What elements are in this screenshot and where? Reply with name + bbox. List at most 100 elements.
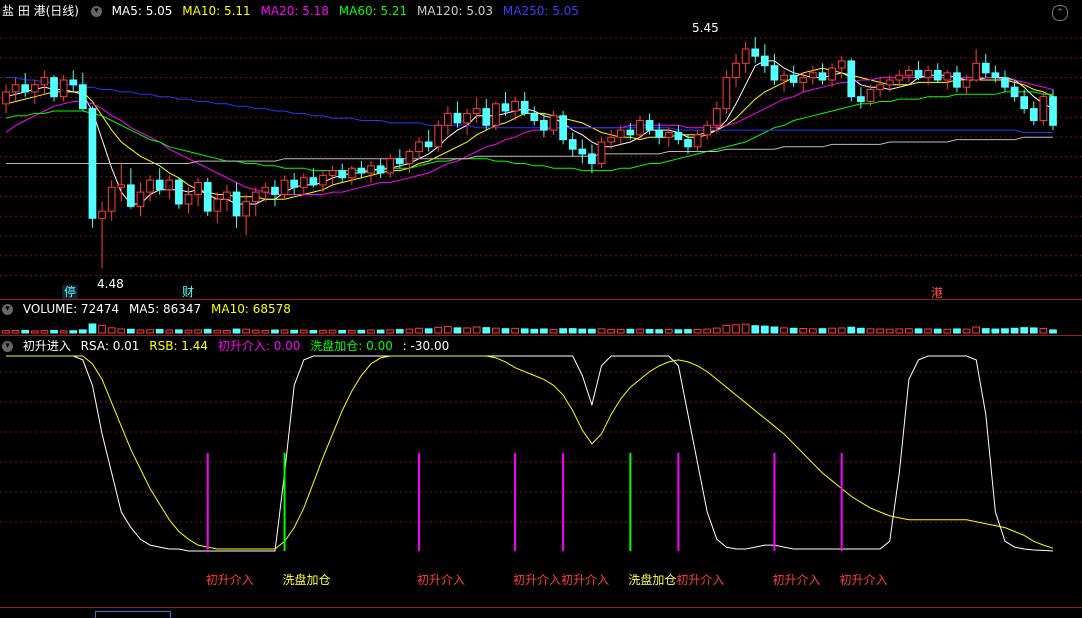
event-marker-suspend[interactable]: 停 <box>62 285 79 299</box>
volume-bar <box>885 328 894 334</box>
volume-bar <box>981 328 990 334</box>
volume-bar <box>847 326 856 334</box>
volume-bar <box>328 329 337 334</box>
candle-body <box>30 84 39 93</box>
volume-bar <box>770 326 779 334</box>
candle-body <box>1029 108 1038 122</box>
candle-body <box>972 62 981 81</box>
candle-body <box>463 112 471 124</box>
volume-bar <box>472 326 481 334</box>
volume-bar <box>616 329 625 334</box>
candle-body <box>69 79 78 86</box>
volume-bar <box>924 328 932 334</box>
entry-signal-label: 初升介入 <box>417 573 466 587</box>
candle-body <box>280 179 289 195</box>
candle-body <box>40 77 49 86</box>
candle-body <box>703 124 712 136</box>
candle-body <box>953 72 961 88</box>
candle-body <box>453 112 462 124</box>
candle-body <box>789 74 798 83</box>
volume-bar <box>991 328 1000 334</box>
volume-bar <box>962 328 971 334</box>
volume-bar <box>760 325 769 334</box>
candle-body <box>328 170 337 176</box>
candle-body <box>760 55 769 67</box>
volume-bar <box>290 329 299 334</box>
candle-body <box>146 179 154 193</box>
candle-body <box>857 96 865 102</box>
candle-body <box>472 108 481 114</box>
event-marker-port[interactable]: 港 <box>931 286 943 300</box>
volume-bar <box>953 328 961 334</box>
candle-body <box>664 131 673 138</box>
volume-bar <box>636 328 644 334</box>
candle-body <box>21 84 30 93</box>
volume-bar <box>1029 327 1038 334</box>
volume-bar <box>242 328 250 334</box>
candle-body <box>828 67 836 81</box>
volume-bar <box>809 328 817 334</box>
candle-body <box>242 201 250 217</box>
volume-bar <box>30 330 39 334</box>
volume-bar <box>194 329 202 334</box>
volume-bar <box>213 329 222 334</box>
candle-body <box>194 182 202 195</box>
candle-body <box>520 100 529 114</box>
candle-body <box>78 84 87 110</box>
volume-bar <box>367 329 375 334</box>
candle-body <box>367 165 375 174</box>
volume-bar <box>501 328 510 334</box>
candle-body <box>482 108 491 126</box>
candle-body <box>943 72 952 81</box>
volume-bar <box>511 327 519 334</box>
volume-bar <box>818 328 827 334</box>
volume-bar <box>271 329 279 334</box>
candle-body <box>59 79 68 98</box>
volume-bar <box>117 328 126 334</box>
volume-bar <box>107 327 116 334</box>
candle-body <box>434 124 443 148</box>
candle-body <box>924 69 932 79</box>
candle-body <box>2 91 10 105</box>
candle-body <box>568 139 577 150</box>
volume-bar <box>568 328 577 334</box>
event-marker-finance[interactable]: 财 <box>182 285 194 299</box>
entry-signal-label: 初升介入 <box>676 573 725 587</box>
volume-bar <box>184 329 193 334</box>
volume-bar <box>98 324 106 334</box>
candle-body <box>588 153 596 164</box>
candle-body <box>511 100 519 112</box>
candle-body <box>386 158 395 174</box>
candle-body <box>175 179 183 205</box>
volume-bar <box>136 329 145 334</box>
candle-body <box>684 139 692 148</box>
entry-signal-label: 初升介入 <box>561 573 610 587</box>
volume-bar <box>578 328 587 334</box>
candle-body <box>395 158 404 164</box>
volume-bar <box>232 328 241 334</box>
candle-body <box>136 191 145 207</box>
candle-body <box>107 186 116 212</box>
candle-body <box>722 77 731 110</box>
volume-bar <box>309 330 318 334</box>
volume-bar <box>69 330 78 334</box>
volume-bar <box>453 327 462 334</box>
candle-body <box>443 112 452 126</box>
candle-body <box>492 103 500 126</box>
candle-body <box>405 151 414 164</box>
volume-bar <box>857 327 865 334</box>
candle-body <box>645 120 654 131</box>
candle-body <box>1020 96 1029 110</box>
candle-body <box>674 131 683 141</box>
volume-bar <box>933 328 942 334</box>
candle-body <box>866 89 875 102</box>
candle-body <box>655 129 664 138</box>
candle-body <box>914 69 923 79</box>
candle-body <box>1049 96 1057 126</box>
volume-bar <box>405 328 414 334</box>
volume-bar <box>1039 328 1048 334</box>
high-price-label: 5.45 <box>692 21 719 35</box>
stock-chart[interactable] <box>0 0 1082 617</box>
volume-bar <box>645 328 654 334</box>
volume-bar <box>203 328 212 334</box>
